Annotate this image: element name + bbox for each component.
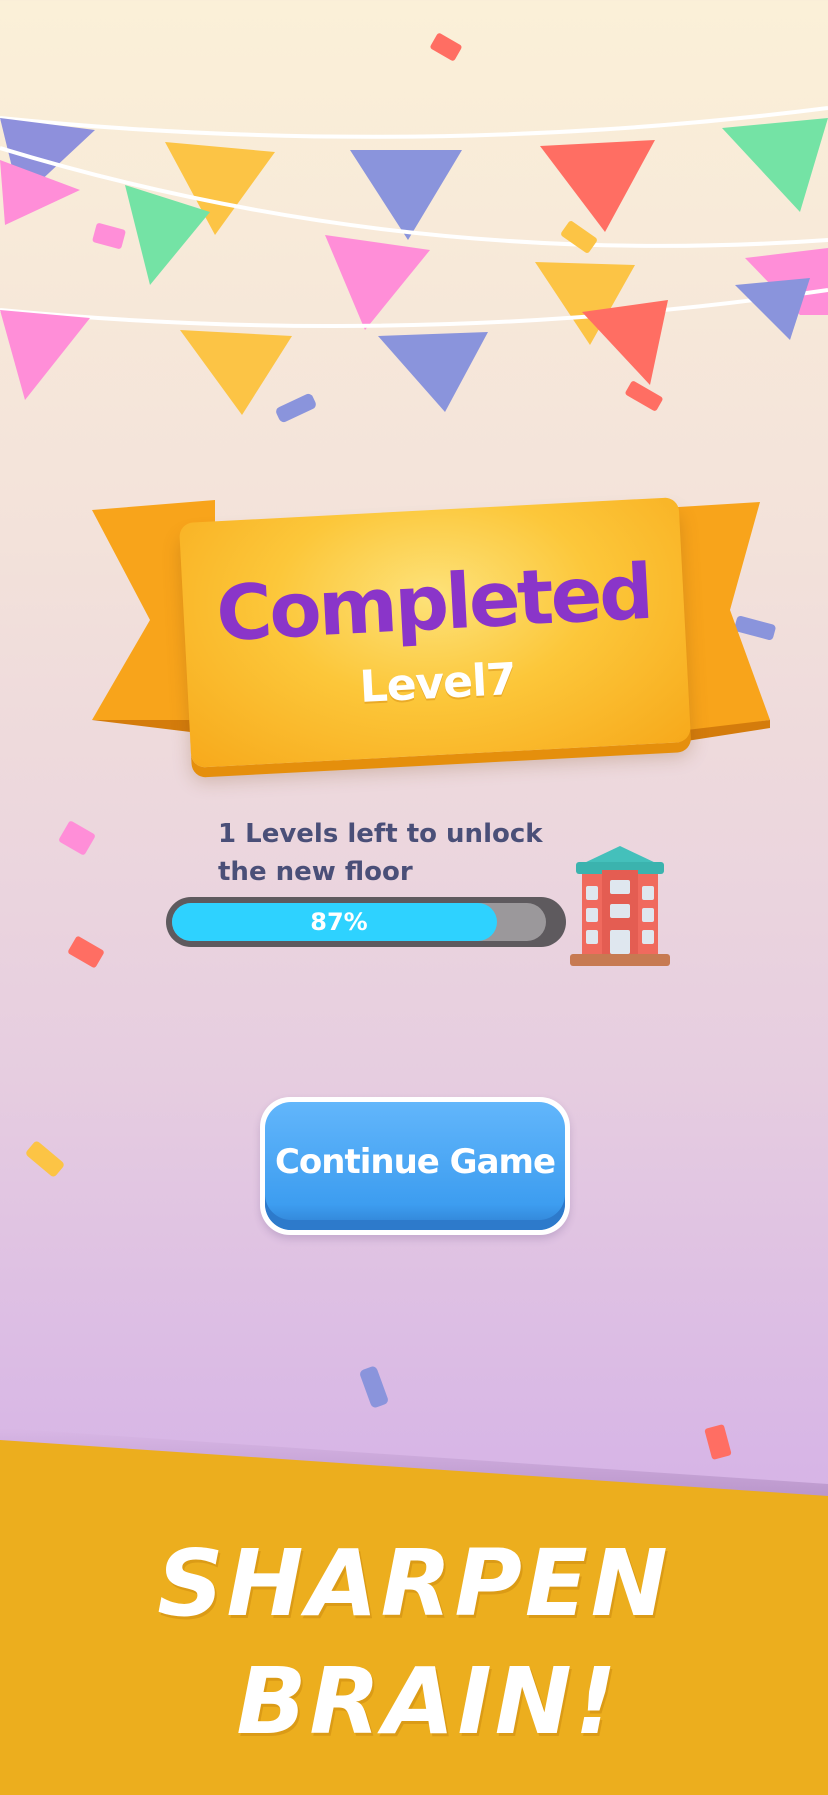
levels-left-message: 1 Levels left to unlock the new floor — [218, 819, 543, 887]
continue-game-button-face[interactable]: Continue Game — [265, 1102, 565, 1230]
floor-progress-bar: 87% — [166, 897, 566, 947]
progress-percent: 87% — [310, 908, 368, 936]
building-icon — [570, 846, 670, 966]
continue-game-button[interactable]: Continue Game — [260, 1097, 570, 1235]
level-label: Level7 — [358, 653, 517, 713]
tagline-line-1: SHARPEN — [157, 1530, 671, 1637]
completed-ribbon: Completed Level7 — [80, 470, 770, 790]
continue-game-label: Continue Game — [274, 1142, 556, 1182]
tagline-line-2: BRAIN! — [236, 1648, 620, 1755]
completed-title: Completed — [214, 546, 653, 659]
ribbon-main-panel: Completed Level7 — [178, 497, 692, 768]
progress-bar-track: 87% — [172, 903, 546, 941]
